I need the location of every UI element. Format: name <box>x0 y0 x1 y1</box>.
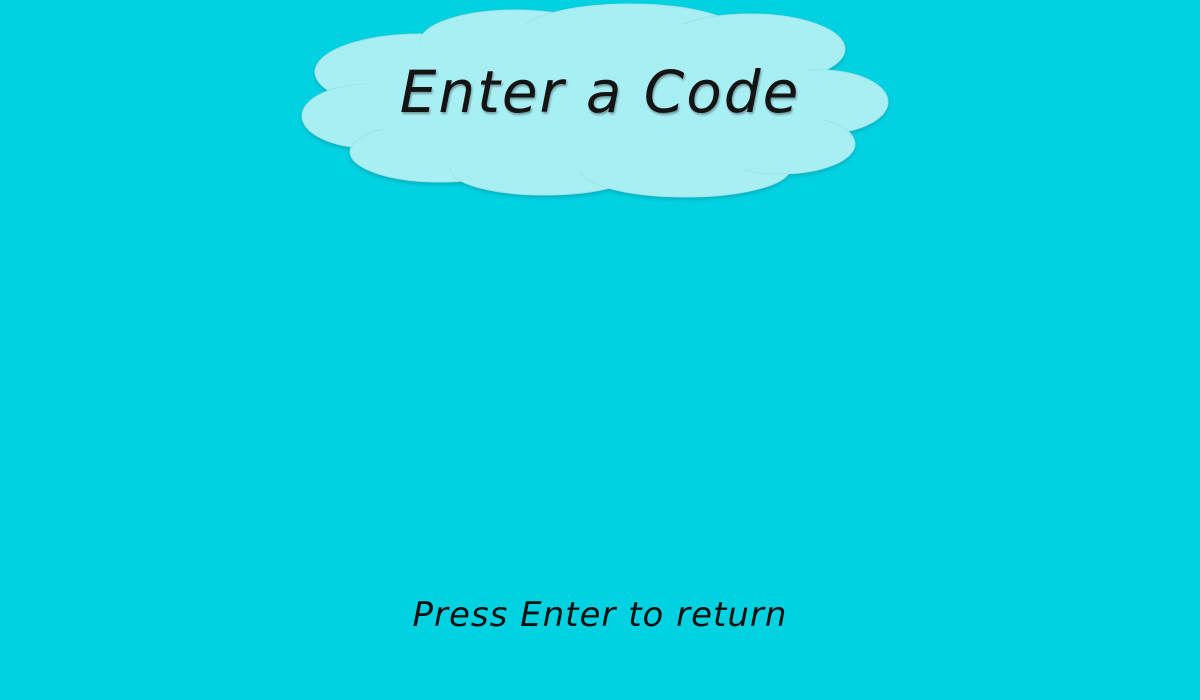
game-screen: { "screen": { "title": "Enter a Code", "… <box>0 0 1200 700</box>
page-title: Enter a Code <box>399 58 801 126</box>
return-hint-text: Press Enter to return <box>412 595 788 635</box>
